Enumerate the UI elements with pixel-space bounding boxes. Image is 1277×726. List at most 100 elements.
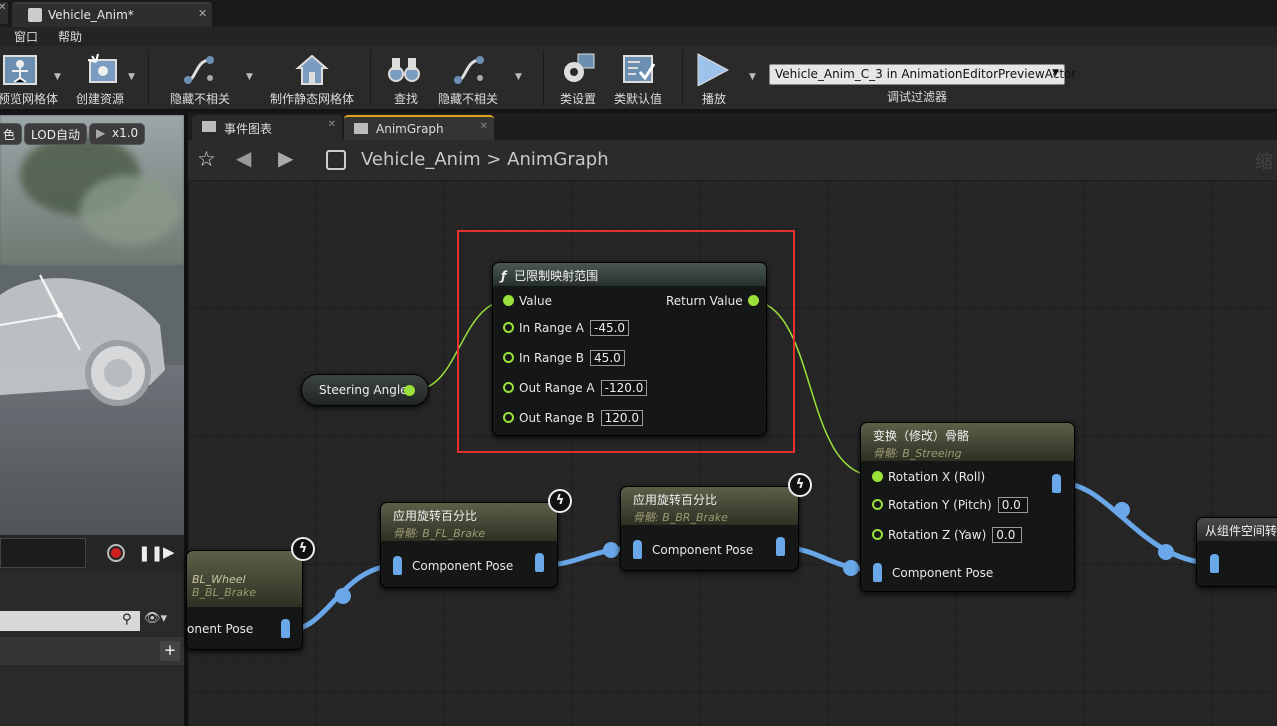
chevron-down-icon[interactable]: ▼ [749,72,756,82]
breadcrumb[interactable]: Vehicle_Anim > AnimGraph [361,149,609,170]
pose-output-row[interactable]: onent Pose [187,622,253,636]
rotation-row[interactable]: Rotation X (Roll) [872,470,985,484]
left-close-icon[interactable]: ✕ [0,2,8,24]
close-icon[interactable]: ✕ [198,7,207,20]
pose-pin-label: onent Pose [187,622,254,636]
pose-pin-label: Component Pose [412,559,514,573]
record-icon[interactable] [107,544,125,562]
document-tab[interactable]: Vehicle_Anim* ✕ [12,2,212,27]
lod-auto-button[interactable]: LOD自动 [24,123,87,145]
preview-viewport[interactable]: 色 LOD自动 ▶ x1.0 [0,115,184,535]
tab-animgraph[interactable]: AnimGraph ✕ [344,115,494,140]
eye-icon[interactable]: 👁▾ [144,611,167,626]
output-pin[interactable] [747,295,759,306]
pose-pin-icon[interactable] [776,537,785,556]
defaults-icon [623,55,656,83]
forward-arrow-icon[interactable]: ▶ [278,146,293,170]
br-brake-node[interactable]: 应用旋转百分比 骨骼: B_BR_Brake Component Pose [620,486,799,571]
map-range-clamped-node[interactable]: ƒ 已限制映射范围 Value Return Value In Range A-… [492,262,767,436]
menu-help[interactable]: 帮助 [58,28,82,45]
pause-icon[interactable]: ❚❚ [138,544,163,562]
chevron-down-icon[interactable]: ▼ [128,72,135,82]
input-pin[interactable] [872,529,883,540]
add-button[interactable]: + [160,641,180,661]
rotation-row[interactable]: Rotation Y (Pitch) 0.0 [872,497,1028,513]
playback-speed-button[interactable]: ▶ x1.0 [89,123,146,145]
list-row[interactable] [0,637,184,665]
left-lower-panel: ⚲ 👁▾ + [0,573,184,726]
param-value-field[interactable]: 45.0 [590,350,625,366]
pose-pin-icon[interactable] [633,540,642,559]
play-icon[interactable]: ▶ [163,543,175,561]
input-pin[interactable] [503,382,514,393]
param-row[interactable]: Out Range B 120.0 [503,410,644,426]
create-asset-button[interactable]: 创建资源 [72,46,132,108]
rotation-row[interactable]: Rotation Z (Yaw) 0.0 [872,527,1023,543]
document-tab-label: Vehicle_Anim* [48,8,134,22]
pose-pin-icon[interactable] [873,563,882,582]
param-value-field[interactable]: -120.0 [600,380,648,396]
input-pin[interactable] [503,412,514,423]
pose-input-row[interactable]: Component Pose [633,540,753,559]
input-pin[interactable] [503,322,514,333]
zoom-label: 缩 [1255,152,1273,173]
close-icon[interactable]: ✕ [480,121,488,132]
pose-pin-icon[interactable] [281,619,290,638]
search-input[interactable]: ⚲ [0,611,140,631]
make-static-mesh-button[interactable]: 制作静态网格体 [268,46,356,108]
value-input-row[interactable]: Value [503,294,552,308]
debug-filter-select[interactable]: Vehicle_Anim_C_3 in AnimationEditorPrevi… [769,64,1076,85]
input-pin[interactable] [872,499,883,510]
pose-input-row[interactable]: Component Pose [393,556,513,575]
tab-event-graph[interactable]: 事件图表 ✕ [192,115,342,140]
timeline-field[interactable] [0,538,86,568]
viewport-color-button[interactable]: 色 [0,123,23,145]
param-value-field[interactable]: 120.0 [600,410,644,426]
chevron-down-icon[interactable]: ▼ [54,72,61,82]
menu-window[interactable]: 窗口 [14,28,38,45]
param-value-field[interactable]: -45.0 [590,320,630,336]
create-asset-icon [87,53,117,83]
static-mesh-icon [295,54,329,85]
pose-pin-icon[interactable] [535,553,544,572]
pose-input-row[interactable]: Component Pose [873,563,993,582]
tab-animgraph-label: AnimGraph [376,122,444,136]
param-label: Out Range A [519,381,595,395]
close-icon[interactable]: ✕ [328,119,336,130]
fl-brake-node[interactable]: 应用旋转百分比 骨骼: B_FL_Brake Component Pose [380,502,558,588]
toolbar-separator [543,50,544,106]
value-pin-label: Value [519,294,552,308]
pose-pin-icon[interactable] [393,556,402,575]
input-pin[interactable] [503,295,514,306]
rotation-value-field[interactable]: 0.0 [997,497,1028,513]
hide-unrelated-button-2[interactable]: 隐藏不相关 [436,46,508,108]
hide-unrelated-button[interactable]: 隐藏不相关 [164,46,236,108]
rotation-label: Rotation X (Roll) [888,470,986,484]
param-row[interactable]: In Range B 45.0 [503,350,625,366]
bl-wheel-node[interactable]: BL_Wheel B_BL_Brake onent Pose [186,550,303,650]
input-pin[interactable] [872,471,883,482]
find-button[interactable]: 查找 [384,46,426,108]
transform-bone-node[interactable]: 变换（修改）骨骼 骨骼: B_Streeing Rotation X (Roll… [860,422,1075,592]
steering-angle-node[interactable]: Steering Angle [301,374,429,406]
fl-brake-title: 应用旋转百分比 [393,509,478,523]
output-pin[interactable] [404,385,415,396]
pose-pin-icon[interactable] [1052,474,1061,493]
toolbar-separator [682,50,683,106]
chevron-down-icon[interactable]: ▼ [246,72,253,82]
rotation-value-field[interactable]: 0.0 [992,527,1023,543]
preview-mesh-button[interactable]: 预览网格体 [0,46,58,108]
chevron-down-icon[interactable]: ▼ [515,72,522,82]
class-settings-button[interactable]: 类设置 [556,46,600,108]
pose-pin-icon[interactable] [1210,554,1219,573]
param-row[interactable]: Out Range A -120.0 [503,380,648,396]
component-to-local-node[interactable]: 从组件空间转 [1196,517,1277,587]
star-icon[interactable]: ☆ [197,147,216,171]
param-row[interactable]: In Range A -45.0 [503,320,630,336]
back-arrow-icon[interactable]: ◀ [236,146,251,170]
input-pin[interactable] [503,352,514,363]
toolbar-separator [370,50,371,106]
class-defaults-button[interactable]: 类默认值 [612,46,666,108]
play-button[interactable]: 播放 [694,46,738,108]
return-value-row[interactable]: Return Value [666,294,759,308]
